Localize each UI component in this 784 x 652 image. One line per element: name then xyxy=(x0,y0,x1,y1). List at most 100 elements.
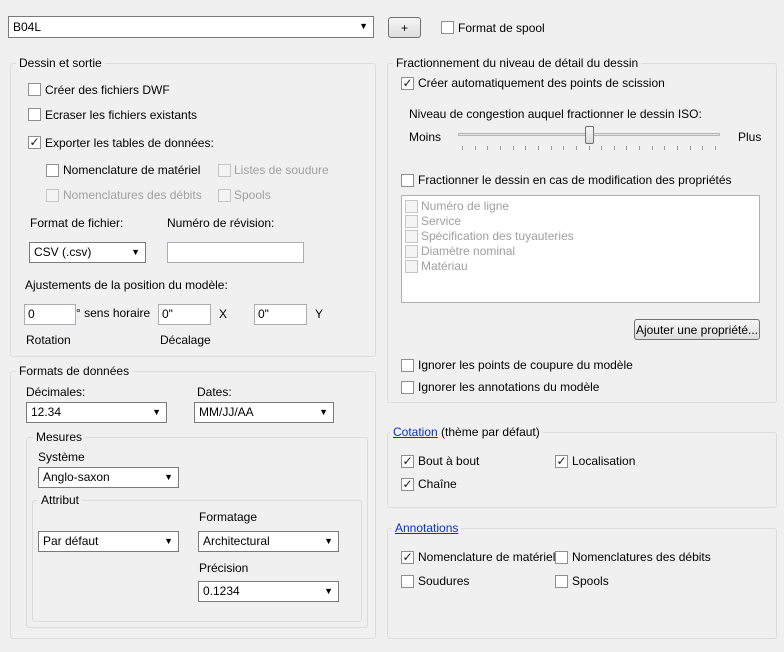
attribute-value: Par défaut xyxy=(43,534,99,548)
slider-tick xyxy=(513,146,514,150)
create-dwf-checkbox[interactable] xyxy=(28,83,41,96)
precision-combo[interactable]: 0.1234 ▼ xyxy=(198,581,339,602)
property-label: Diamètre nominal xyxy=(421,244,516,258)
ignore-annotations-label: Ignorer les annotations du modèle xyxy=(418,380,600,394)
overwrite-checkbox[interactable] xyxy=(28,108,41,121)
create-dwf-label: Créer des fichiers DWF xyxy=(45,83,170,97)
cut-lists-checkbox xyxy=(46,189,59,202)
file-format-label: Format de fichier: xyxy=(30,216,124,230)
slider-thumb[interactable] xyxy=(585,126,594,144)
file-format-combo[interactable]: CSV (.csv) ▼ xyxy=(29,242,146,263)
revision-input[interactable] xyxy=(167,242,304,263)
spool-format-label: Format de spool xyxy=(458,21,545,35)
precision-value: 0.1234 xyxy=(203,584,240,598)
chain-checkbox[interactable]: ✓ xyxy=(401,478,414,491)
export-tables-label: Exporter les tables de données: xyxy=(45,136,214,150)
name-combo-value: B04L xyxy=(13,20,42,34)
name-combo[interactable]: B04L ▼ xyxy=(8,16,374,38)
dimension-group xyxy=(387,432,777,508)
x-label: X xyxy=(219,307,228,321)
slider-tick xyxy=(538,146,539,150)
drawing-output-title: Dessin et sortie xyxy=(16,56,105,70)
congestion-slider[interactable] xyxy=(458,126,720,152)
slider-tick xyxy=(677,146,678,150)
measures-title: Mesures xyxy=(33,430,86,444)
cut-lists-label: Nomenclatures des débits xyxy=(63,188,202,202)
decimals-combo[interactable]: 12.34 ▼ xyxy=(26,402,167,423)
dates-combo[interactable]: MM/JJ/AA ▼ xyxy=(194,402,334,423)
bom-checkbox[interactable] xyxy=(46,164,59,177)
precision-label: Précision xyxy=(199,561,249,575)
properties-list[interactable]: Numéro de ligne Service Spécification de… xyxy=(401,195,760,303)
annotation-cut-lists-label: Nomenclatures des débits xyxy=(572,550,711,564)
decimals-value: 12.34 xyxy=(31,405,62,419)
property-label: Matériau xyxy=(421,259,468,273)
location-label: Localisation xyxy=(572,454,636,468)
chevron-down-icon: ▼ xyxy=(131,247,140,257)
slider-tick xyxy=(589,146,590,150)
clockwise-label: ° sens horaire xyxy=(76,306,151,320)
dimension-link[interactable]: Cotation xyxy=(393,425,438,439)
property-checkbox xyxy=(405,200,418,213)
annotations-title: Annotations xyxy=(392,521,462,535)
slider-tick xyxy=(551,146,552,150)
spools-checkbox xyxy=(218,189,231,202)
attribute-title: Attribut xyxy=(38,493,83,507)
end-to-end-checkbox[interactable]: ✓ xyxy=(401,455,414,468)
chevron-down-icon: ▼ xyxy=(359,21,368,31)
ignore-annotations-checkbox[interactable] xyxy=(401,381,414,394)
system-label: Système xyxy=(38,450,85,464)
annotation-welds-label: Soudures xyxy=(418,574,470,588)
add-property-button[interactable]: Ajouter une propriété... xyxy=(634,319,760,340)
system-combo[interactable]: Anglo-saxon ▼ xyxy=(38,467,179,488)
slider-tick xyxy=(639,146,640,150)
property-label: Service xyxy=(421,214,462,228)
bom-label: Nomenclature de matériel xyxy=(63,163,201,177)
auto-split-checkbox[interactable]: ✓ xyxy=(401,77,414,90)
chevron-down-icon: ▼ xyxy=(152,407,161,417)
file-format-value: CSV (.csv) xyxy=(34,245,92,259)
formatting-value: Architectural xyxy=(203,534,270,548)
slider-tick xyxy=(601,146,602,150)
slider-tick xyxy=(690,146,691,150)
overwrite-label: Ecraser les fichiers existants xyxy=(45,108,198,122)
formatting-combo[interactable]: Architectural ▼ xyxy=(198,531,339,552)
annotation-bom-checkbox[interactable]: ✓ xyxy=(401,551,414,564)
annotation-spools-label: Spools xyxy=(572,574,609,588)
annotation-cut-lists-checkbox[interactable] xyxy=(555,551,568,564)
property-checkbox xyxy=(405,245,418,258)
annotations-link[interactable]: Annotations xyxy=(395,521,458,535)
attribute-combo[interactable]: Par défaut ▼ xyxy=(38,531,179,552)
ignore-breakpoints-checkbox[interactable] xyxy=(401,359,414,372)
auto-split-label: Créer automatiquement des points de scis… xyxy=(418,76,665,90)
property-label: Numéro de ligne xyxy=(421,199,510,213)
revision-label: Numéro de révision: xyxy=(167,216,275,230)
chevron-down-icon: ▼ xyxy=(319,407,328,417)
annotation-welds-checkbox[interactable] xyxy=(401,575,414,588)
slider-tick xyxy=(715,146,716,150)
chevron-down-icon: ▼ xyxy=(324,586,333,596)
congestion-label: Niveau de congestion auquel fractionner … xyxy=(409,107,702,121)
model-position-label: Ajustements de la position du modèle: xyxy=(25,278,228,292)
slider-tick xyxy=(563,146,564,150)
y-label: Y xyxy=(315,307,324,321)
add-button[interactable]: + xyxy=(388,17,421,38)
offset-x-input[interactable]: 0" xyxy=(158,304,211,325)
more-label: Plus xyxy=(738,130,762,144)
weld-lists-label: Listes de soudure xyxy=(234,163,329,177)
export-tables-checkbox[interactable]: ✓ xyxy=(28,136,41,149)
property-label: Spécification des tuyauteries xyxy=(421,229,574,243)
dates-value: MM/JJ/AA xyxy=(199,405,254,419)
spool-format-checkbox[interactable] xyxy=(441,21,454,34)
split-on-change-checkbox[interactable] xyxy=(401,174,414,187)
offset-y-input[interactable]: 0" xyxy=(254,304,307,325)
slider-tick xyxy=(626,146,627,150)
decimals-label: Décimales: xyxy=(26,385,86,399)
location-checkbox[interactable]: ✓ xyxy=(555,455,568,468)
annotation-spools-checkbox[interactable] xyxy=(555,575,568,588)
slider-tick xyxy=(614,146,615,150)
system-value: Anglo-saxon xyxy=(43,470,110,484)
slider-tick xyxy=(652,146,653,150)
property-checkbox xyxy=(405,215,418,228)
rotation-input[interactable]: 0 xyxy=(24,304,76,325)
